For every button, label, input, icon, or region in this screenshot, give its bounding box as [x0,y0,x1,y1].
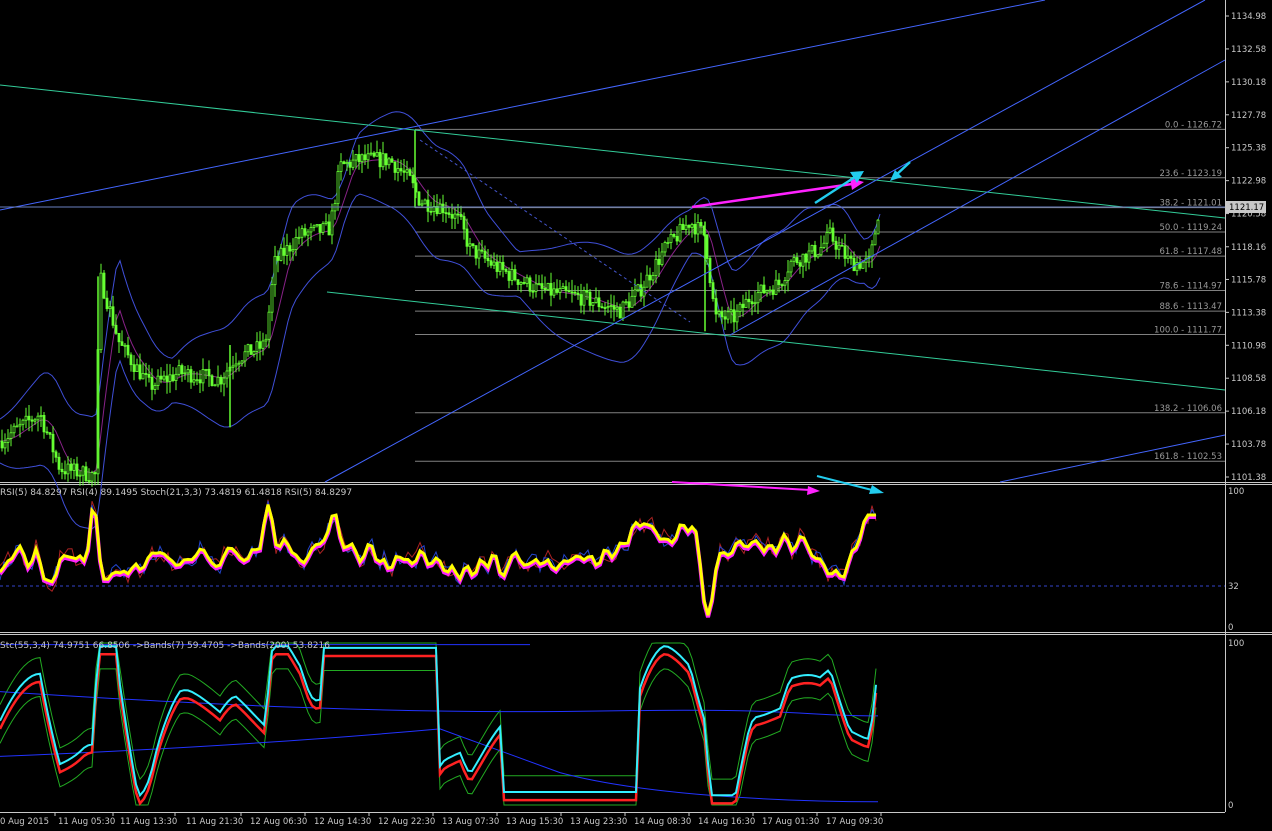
fib-level-label: 78.6 - 1114.97 [1159,282,1222,292]
price-tick-label: 1103.78 [1231,440,1266,450]
time-tick-label: 13 Aug 07:30 [442,817,499,827]
time-tick-label: 11 Aug 21:30 [186,817,243,827]
price-tick-label: 1125.38 [1231,144,1266,154]
fib-level-label: 0.0 - 1126.72 [1165,120,1222,130]
price-tick-label: 1122.98 [1231,177,1266,187]
fib-level-label: 23.6 - 1123.19 [1159,169,1222,179]
price-tick-label: 1130.18 [1231,78,1266,88]
rsi-panel-header: RSI(5) 84.8297 RSI(4) 89.1495 Stoch(21,3… [0,488,352,498]
candle [336,164,340,211]
time-tick-label: 0 Aug 2015 [0,817,49,827]
fib-level-label: 161.8 - 1102.53 [1154,452,1222,462]
candle [102,270,106,300]
candle [417,191,421,207]
time-tick-label: 12 Aug 14:30 [314,817,371,827]
rsi-tick-0: 0 [1228,623,1233,633]
fib-level-label: 50.0 - 1119.24 [1159,223,1222,233]
candle [249,344,253,355]
fib-level-label: 88.6 - 1113.47 [1159,302,1222,312]
candle [99,263,103,354]
price-tick-label: 1132.58 [1231,45,1266,55]
price-tick-label: 1115.78 [1231,275,1266,285]
candle [876,218,880,235]
candle [861,260,865,269]
trading-chart[interactable]: 0.0 - 1126.7223.6 - 1123.1938.2 - 1121.0… [0,0,1272,831]
time-tick-label: 11 Aug 05:30 [58,817,115,827]
price-tick-label: 1118.16 [1231,243,1266,253]
price-tick-label: 1108.58 [1231,374,1266,384]
time-tick-label: 17 Aug 01:30 [762,817,819,827]
time-tick-label: 13 Aug 23:30 [570,817,627,827]
price-tick-label: 1113.38 [1231,308,1266,318]
time-tick-label: 17 Aug 09:30 [826,817,883,827]
time-tick-label: 11 Aug 13:30 [120,817,177,827]
svg-text:1121.17: 1121.17 [1229,203,1264,213]
price-tick-label: 1106.18 [1231,407,1266,417]
time-tick-label: 12 Aug 22:30 [378,817,435,827]
fib-level-label: 100.0 - 1111.77 [1154,325,1222,335]
rsi-tick-100: 100 [1228,487,1244,497]
price-tick-label: 1127.78 [1231,111,1266,121]
stoch-panel-header: Stc(55,3,4) 74.9751 66.8506 ->Bands(7) 5… [0,641,330,651]
price-tick-label: 1110.98 [1231,341,1266,351]
rsi-tick-32: 32 [1228,582,1239,592]
candle [711,279,715,302]
time-tick-label: 14 Aug 16:30 [698,817,755,827]
price-axis: 1134.98 1132.58 1130.18 1127.78 1125.38 1122.… [1225,12,1266,483]
candle [546,282,550,291]
current-price-tag: 1121.17 [1226,201,1266,213]
time-tick-label: 14 Aug 08:30 [634,817,691,827]
stoch-tick-0: 0 [1228,801,1233,811]
fib-level-label: 138.2 - 1106.06 [1154,404,1222,414]
price-tick-label: 1134.98 [1231,12,1266,22]
fib-level-label: 61.8 - 1117.48 [1159,247,1222,257]
stoch-tick-100: 100 [1228,639,1244,649]
time-tick-label: 13 Aug 15:30 [506,817,563,827]
price-tick-label: 1101.38 [1231,473,1266,483]
candle [210,374,214,387]
time-tick-label: 12 Aug 06:30 [250,817,307,827]
